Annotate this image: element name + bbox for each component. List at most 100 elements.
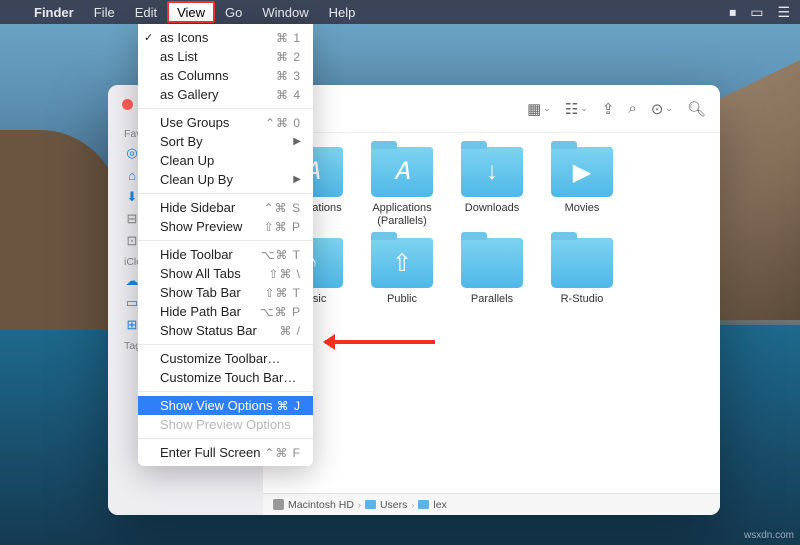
menu-item[interactable]: Clean Up <box>138 151 313 170</box>
menu-item[interactable]: Customize Touch Bar… <box>138 368 313 387</box>
view-menu-dropdown: ✓as Icons⌘ 1as List⌘ 2 as Columns ⌘ 3 as Ga… <box>138 24 313 466</box>
menu-item-label: Customize Toolbar… <box>160 351 280 366</box>
menu-item[interactable]: Show All Tabs ⇧⌘ \ <box>138 264 313 283</box>
path-bar: Macintosh HD › Users › lex <box>263 493 720 515</box>
folder-item[interactable]: ⇧ Public <box>359 234 445 310</box>
menu-item-label: Show Tab Bar <box>160 285 241 300</box>
menu-item-label: Sort By <box>160 134 203 149</box>
folder-label: R-Studio <box>561 293 604 306</box>
menu-item-label: Show Preview <box>160 219 242 234</box>
control-center-icon[interactable]: ▭ <box>750 4 763 21</box>
check-icon: ✓ <box>144 31 153 44</box>
folder-icon: ▶ <box>551 147 613 197</box>
menu-item-label: Show All Tabs <box>160 266 241 281</box>
menu-item[interactable]: Hide Sidebar ⌃⌘ S <box>138 198 313 217</box>
menu-shortcut: ⌃⌘ 0 <box>265 116 301 130</box>
search-button[interactable]: 🔍︎ <box>687 100 706 118</box>
menu-item-label: Hide Path Bar <box>160 304 241 319</box>
recorder-icon[interactable]: ⏹︎ <box>729 4 736 21</box>
watermark: wsxdn.com <box>744 530 794 541</box>
group-button[interactable]: ☷⌄ <box>565 100 588 118</box>
menu-item[interactable]: Clean Up By▶ <box>138 170 313 189</box>
menu-help[interactable]: Help <box>319 0 366 24</box>
menu-edit[interactable]: Edit <box>125 0 167 24</box>
menu-item[interactable]: Use Groups ⌃⌘ 0 <box>138 113 313 132</box>
menu-shortcut: ⇧⌘ T <box>264 286 301 300</box>
menu-shortcut: ⌘ 3 <box>276 69 301 83</box>
folder-item[interactable]: R-Studio <box>539 234 625 310</box>
menu-item-label: Show Preview Options <box>160 417 291 432</box>
view-mode-button[interactable]: ▦⌄ <box>527 100 551 118</box>
menu-file[interactable]: File <box>84 0 125 24</box>
menu-shortcut: ⇧⌘ \ <box>268 267 301 281</box>
menu-item[interactable]: Show View Options⌘ J <box>138 396 313 415</box>
menu-item[interactable]: ✓as Icons⌘ 1 <box>138 28 313 47</box>
menu-separator <box>138 193 313 194</box>
status-icon[interactable]: ☰ <box>777 4 790 21</box>
folder-item[interactable]: ↓ Downloads <box>449 143 535 232</box>
menu-shortcut: ⌃⌘ F <box>264 446 301 460</box>
menu-go[interactable]: Go <box>215 0 252 24</box>
menu-shortcut: ⌘ 4 <box>276 88 301 102</box>
menu-item[interactable]: as List⌘ 2 <box>138 47 313 66</box>
folder-label: Public <box>387 293 417 306</box>
menu-item[interactable]: Enter Full Screen ⌃⌘ F <box>138 443 313 462</box>
menu-window[interactable]: Window <box>252 0 318 24</box>
menu-item-label: Use Groups <box>160 115 229 130</box>
share-button[interactable]: ⇪ <box>602 100 615 118</box>
folder-item[interactable]: Parallels <box>449 234 535 310</box>
menu-item-label: as Gallery <box>160 87 219 102</box>
path-segment[interactable]: Users <box>380 499 407 511</box>
submenu-arrow-icon: ▶ <box>293 136 301 147</box>
menu-item-label: Clean Up By <box>160 172 233 187</box>
folder-item[interactable]: 𝐴Applications (Parallels) <box>359 143 445 232</box>
menu-item: Show Preview Options <box>138 415 313 434</box>
folder-label: Applications (Parallels) <box>362 202 442 228</box>
menu-item-label: as Columns <box>160 68 229 83</box>
tag-button[interactable]: ⌕ <box>628 100 636 117</box>
menu-item[interactable]: Sort By ▶ <box>138 132 313 151</box>
menu-item[interactable]: as Columns ⌘ 3 <box>138 66 313 85</box>
menu-item[interactable]: Show Preview ⇧⌘ P <box>138 217 313 236</box>
menu-shortcut: ⌃⌘ S <box>264 201 301 215</box>
menu-item[interactable]: as Gallery ⌘ 4 <box>138 85 313 104</box>
menu-item-label: Hide Toolbar <box>160 247 233 262</box>
toolbar: ‹ › ▦⌄ ☷⌄ ⇪ ⌕ ⊙⌄ 🔍︎ <box>263 85 720 133</box>
menubar: Finder File Edit View Go Window Help ⏹︎ … <box>0 0 800 24</box>
menu-item[interactable]: Show Status Bar⌘ / <box>138 321 313 340</box>
menu-separator <box>138 391 313 392</box>
path-segment[interactable]: lex <box>433 499 446 511</box>
menu-item-label: Clean Up <box>160 153 214 168</box>
menu-separator <box>138 438 313 439</box>
menu-item-label: Customize Touch Bar… <box>160 370 296 385</box>
menu-item-label: Enter Full Screen <box>160 445 260 460</box>
folder-icon <box>418 500 429 509</box>
content-area: ‹ › ▦⌄ ☷⌄ ⇪ ⌕ ⊙⌄ 🔍︎ 𝐴Applications𝐴Applic… <box>263 85 720 493</box>
menu-shortcut: ⇧⌘ P <box>264 220 301 234</box>
folder-icon <box>461 238 523 288</box>
chevron-down-icon: ⌄ <box>580 103 588 114</box>
menu-item-label: Hide Sidebar <box>160 200 235 215</box>
folder-icon: ⇧ <box>371 238 433 288</box>
folder-icon: ↓ <box>461 147 523 197</box>
menu-item[interactable]: Hide Path Bar⌥⌘ P <box>138 302 313 321</box>
folder-icon <box>551 238 613 288</box>
folder-label: Parallels <box>471 293 513 306</box>
menu-view[interactable]: View <box>167 1 215 23</box>
menu-item-label: Show View Options <box>160 398 273 413</box>
folder-item[interactable]: ▶Movies <box>539 143 625 232</box>
path-segment[interactable]: Macintosh HD <box>288 499 354 511</box>
action-button[interactable]: ⊙⌄ <box>651 100 673 118</box>
menu-item[interactable]: Customize Toolbar… <box>138 349 313 368</box>
menu-shortcut: ⌥⌘ T <box>261 248 301 262</box>
chevron-right-icon: › <box>358 500 361 510</box>
window-close-button[interactable] <box>122 99 133 110</box>
menu-item-label: Show Status Bar <box>160 323 257 338</box>
menu-item[interactable]: Hide Toolbar ⌥⌘ T <box>138 245 313 264</box>
menu-item-label: as List <box>160 49 198 64</box>
folder-grid: 𝐴Applications𝐴Applications (Parallels)↓D… <box>263 133 720 321</box>
chevron-down-icon: ⌄ <box>665 103 673 114</box>
app-menu[interactable]: Finder <box>24 0 84 24</box>
folder-label: Downloads <box>465 202 519 215</box>
menu-item[interactable]: Show Tab Bar ⇧⌘ T <box>138 283 313 302</box>
